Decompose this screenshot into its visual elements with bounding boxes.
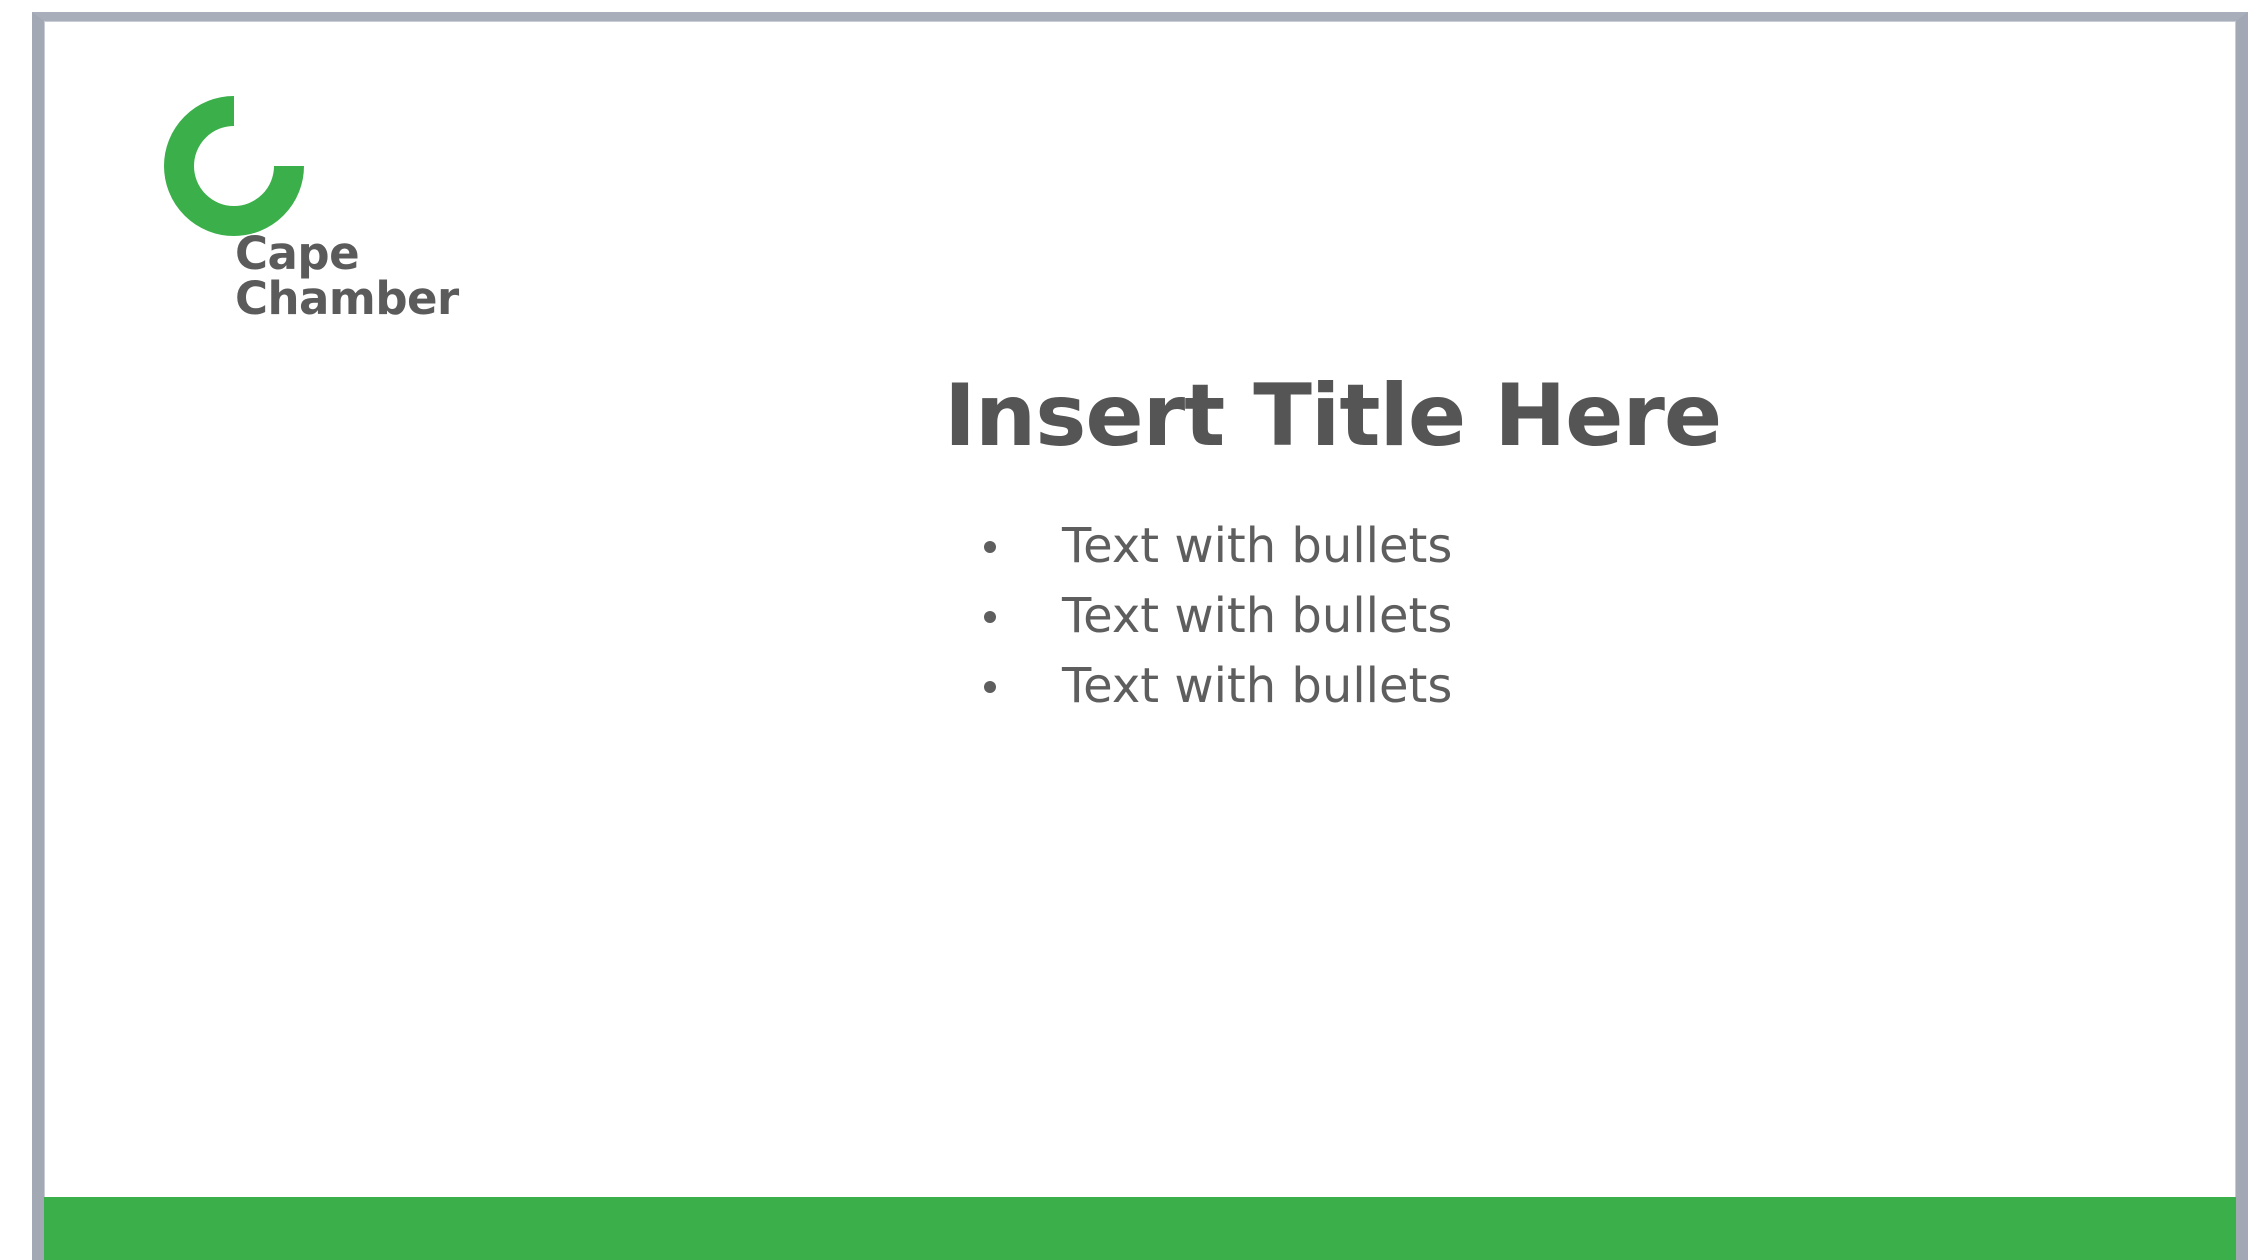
bullet-text: Text with bullets bbox=[1062, 658, 1453, 714]
footer-green-bar bbox=[44, 1197, 2236, 1260]
slide-canvas: Cape Chamber Insert Title Here Text with… bbox=[0, 0, 2260, 1260]
logo-ring bbox=[164, 96, 304, 236]
slide-title[interactable]: Insert Title Here bbox=[944, 366, 2144, 466]
bullet-text: Text with bullets bbox=[1062, 518, 1453, 574]
logo-word-chamber: Chamber bbox=[235, 272, 459, 325]
bullet-dot-icon bbox=[984, 681, 996, 693]
slide[interactable]: Cape Chamber Insert Title Here Text with… bbox=[32, 12, 2248, 1260]
bullet-dot-icon bbox=[984, 541, 996, 553]
bullet-dot-icon bbox=[984, 611, 996, 623]
logo-wordmark: Cape Chamber bbox=[235, 231, 459, 321]
cape-chamber-logo: Cape Chamber bbox=[159, 91, 479, 351]
open-ring-logo-icon bbox=[164, 96, 304, 236]
logo-word-cape: Cape bbox=[235, 227, 360, 280]
bullet-text: Text with bullets bbox=[1062, 588, 1453, 644]
